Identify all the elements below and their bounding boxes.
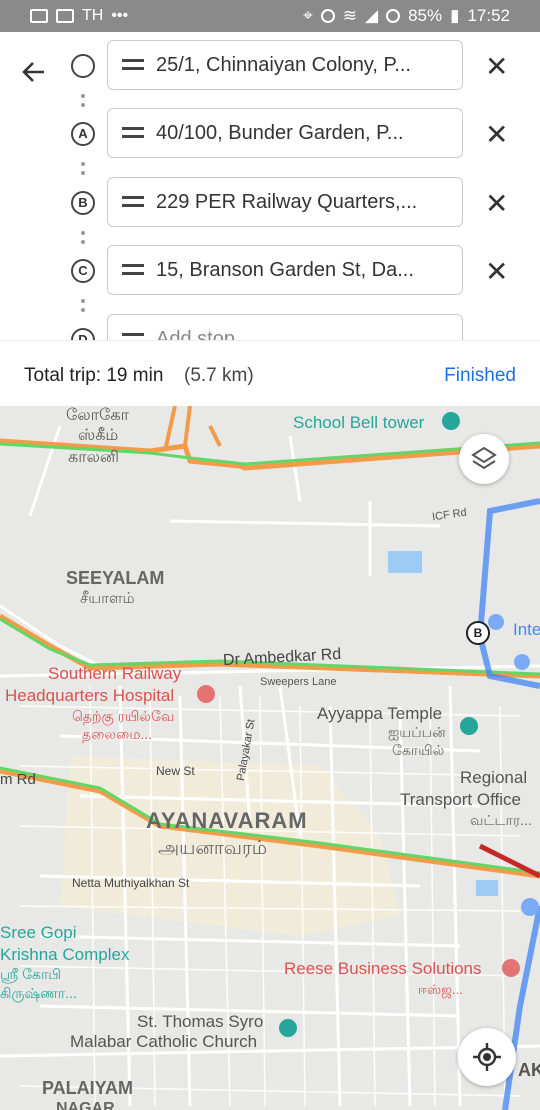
map-poi-label: ஈஸ்ஜ...: [418, 982, 463, 997]
map-poi-label[interactable]: Inte: [513, 620, 540, 640]
map-view[interactable]: லோகோ ஸ்கீம் காலனி School Bell tower ICF …: [0, 406, 540, 1110]
map-label: ஸ்கீம்: [78, 427, 119, 444]
map-poi-label[interactable]: Krishna Complex: [0, 945, 129, 965]
total-trip-label: Total trip: 19 min: [24, 365, 164, 386]
stop-row-c: C 15, Branson Garden St, Da... ✕: [0, 245, 540, 297]
origin-input[interactable]: 25/1, Chinnaiyan Colony, P...: [107, 40, 463, 90]
map-poi-label[interactable]: Malabar Catholic Church: [70, 1032, 257, 1052]
map-poi-label: கிருஷ்ணா...: [0, 985, 77, 1001]
map-area-label: SEEYALAM: [66, 568, 165, 588]
my-location-button[interactable]: [458, 1028, 516, 1086]
stop-a-marker-icon: A: [71, 122, 95, 146]
finished-button[interactable]: Finished: [444, 365, 516, 387]
battery-icon: ▮: [450, 6, 460, 25]
location-icon: ⌖: [303, 6, 313, 25]
stop-row-d: D Add stop: [0, 314, 540, 340]
mail-notification-icon: [56, 9, 74, 23]
map-area-label: சீயாளம்: [80, 590, 135, 607]
gallery-notification-icon: [30, 9, 48, 23]
remove-stop-button[interactable]: ✕: [485, 255, 508, 288]
map-street-label: Sweepers Lane: [260, 676, 337, 688]
stop-b-text: 229 PER Railway Quarters,...: [156, 191, 418, 213]
map-poi-label[interactable]: School Bell tower: [293, 413, 424, 433]
my-location-icon: [473, 1043, 501, 1071]
clock: 17:52: [467, 6, 510, 25]
alarm-icon: [320, 9, 335, 23]
origin-marker-icon: [71, 54, 95, 78]
map-area-label: NAGAR: [56, 1100, 115, 1110]
map-area-label: அயனாவரம்: [158, 838, 268, 859]
map-street-label: New St: [156, 764, 195, 778]
map-area-label: AK: [518, 1060, 540, 1080]
network-label: TH: [82, 7, 104, 24]
stop-c-input[interactable]: 15, Branson Garden St, Da...: [107, 245, 463, 295]
drag-handle-icon[interactable]: [122, 196, 144, 208]
map-poi-label: தலைமை...: [82, 726, 153, 742]
drag-handle-icon[interactable]: [122, 333, 144, 340]
drag-handle-icon[interactable]: [122, 59, 144, 71]
map-label: காலனி: [68, 449, 120, 466]
do-not-disturb-icon: [386, 9, 401, 23]
add-stop-input[interactable]: Add stop: [107, 314, 463, 340]
map-poi-label: கோயில்: [392, 742, 445, 758]
map-poi-label[interactable]: Reese Business Solutions: [284, 959, 482, 979]
drag-handle-icon[interactable]: [122, 264, 144, 276]
map-street-label: m Rd: [0, 771, 36, 788]
map-poi-label: ஐயப்பன்: [388, 724, 446, 740]
remove-stop-button[interactable]: ✕: [485, 118, 508, 151]
map-stop-b-marker[interactable]: B: [466, 621, 490, 645]
map-poi-label[interactable]: Sree Gopi: [0, 923, 77, 943]
stop-row-origin: 25/1, Chinnaiyan Colony, P... ✕: [0, 40, 540, 92]
signal-icon: ◢: [364, 6, 379, 25]
directions-panel: 25/1, Chinnaiyan Colony, P... ✕ A 40/100…: [0, 32, 540, 340]
layers-button[interactable]: [459, 434, 509, 484]
map-area-label: AYANAVARAM: [146, 808, 308, 833]
stop-c-marker-icon: C: [71, 259, 95, 283]
map-poi-label[interactable]: Headquarters Hospital: [5, 686, 174, 706]
status-bar: TH ••• ⌖ ≋ ◢ 85% ▮ 17:52: [0, 0, 540, 32]
stop-b-marker-icon: B: [71, 191, 95, 215]
battery-level: 85%: [408, 6, 443, 25]
map-poi-label: வட்டார...: [470, 812, 532, 828]
add-stop-text: Add stop: [156, 328, 235, 340]
map-poi-label[interactable]: Ayyappa Temple: [317, 704, 442, 724]
map-poi-label[interactable]: Regional: [460, 768, 527, 788]
map-area-label: PALAIYAM: [42, 1078, 134, 1098]
drag-handle-icon[interactable]: [122, 127, 144, 139]
stop-a-text: 40/100, Bunder Garden, P...: [156, 122, 404, 144]
map-poi-label: ஸ்ரீ கோபி: [0, 966, 62, 982]
map-poi-label[interactable]: Transport Office: [400, 790, 521, 810]
map-poi-label[interactable]: St. Thomas Syro: [137, 1012, 263, 1032]
layers-icon: [471, 446, 497, 470]
trip-summary: Total trip: 19 min (5.7 km) Finished: [0, 340, 540, 407]
more-notifications-icon: •••: [111, 7, 129, 24]
stop-row-a: A 40/100, Bunder Garden, P... ✕: [0, 108, 540, 160]
wifi-icon: ≋: [342, 6, 357, 25]
stop-b-input[interactable]: 229 PER Railway Quarters,...: [107, 177, 463, 227]
map-poi-label[interactable]: Southern Railway: [48, 664, 181, 684]
remove-stop-button[interactable]: ✕: [485, 50, 508, 83]
stop-d-marker-icon: D: [71, 328, 95, 340]
stop-c-text: 15, Branson Garden St, Da...: [156, 259, 414, 281]
map-poi-label: தெற்கு ரயில்வே: [72, 708, 175, 724]
origin-text: 25/1, Chinnaiyan Colony, P...: [156, 54, 411, 76]
map-street-label: Netta Muthiyalkhan St: [72, 876, 190, 890]
stop-row-b: B 229 PER Railway Quarters,... ✕: [0, 177, 540, 229]
stop-a-input[interactable]: 40/100, Bunder Garden, P...: [107, 108, 463, 158]
remove-stop-button[interactable]: ✕: [485, 187, 508, 220]
map-label: லோகோ: [66, 407, 129, 424]
trip-distance: (5.7 km): [184, 365, 254, 386]
